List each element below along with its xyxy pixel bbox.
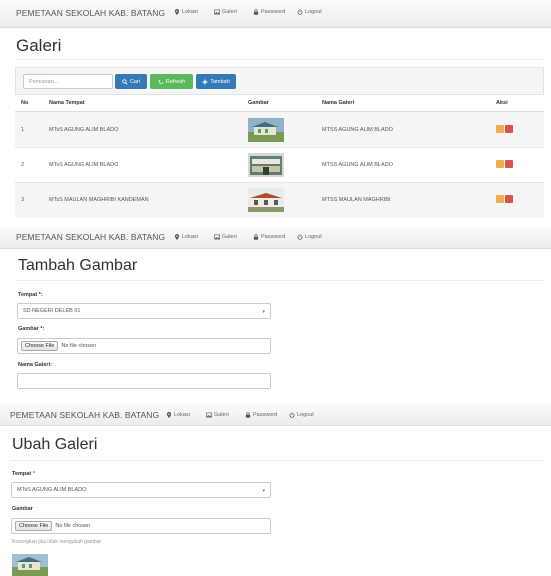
row-number: 2 <box>15 147 43 183</box>
gambar-label: Gambar *: <box>18 326 45 332</box>
row-nama-galeri: MTSS MAULAN MAGHRIBI <box>316 182 490 218</box>
navbar: PEMETAAN SEKOLAH KAB. BATANG Lokasi Gale… <box>0 226 551 249</box>
divider <box>15 59 544 60</box>
building-thumbnail[interactable] <box>248 153 284 177</box>
tambah-gambar-panel: PEMETAAN SEKOLAH KAB. BATANG Lokasi Gale… <box>0 226 551 394</box>
delete-icon[interactable] <box>505 195 513 204</box>
page-title: Galeri <box>16 36 62 55</box>
nama-galeri-label: Nama Galeri: <box>18 362 52 368</box>
building-thumbnail[interactable] <box>248 188 284 213</box>
nav-password[interactable]: Password <box>253 9 285 15</box>
row-nama-tempat: MTsS AGUNG ALIM BLADO <box>43 147 242 183</box>
edit-icon[interactable] <box>496 195 504 204</box>
brand-link[interactable]: PEMETAAN SEKOLAH KAB. BATANG <box>16 232 165 242</box>
search-icon <box>122 78 128 85</box>
current-image-preview <box>12 554 48 576</box>
cari-button[interactable]: Cari <box>115 74 147 89</box>
divider <box>10 460 544 461</box>
map-marker-icon <box>174 9 180 15</box>
building-thumbnail[interactable] <box>248 117 284 142</box>
row-number: 1 <box>15 111 43 148</box>
plus-icon <box>202 79 208 84</box>
row-nama-tempat: MTsS MAULAN MAGHRIBI KANDEMAN <box>43 182 242 218</box>
nav-galeri[interactable]: Galeri <box>214 9 237 15</box>
tambah-button[interactable]: Tambah <box>196 74 236 89</box>
lock-icon <box>253 9 259 15</box>
column-header: No <box>15 95 43 112</box>
lock-icon <box>245 412 251 418</box>
nav-lokasi[interactable]: Lokasi <box>166 412 190 418</box>
choose-file-button[interactable]: Choose File <box>15 521 53 531</box>
nav-logout[interactable]: Logout <box>289 412 314 418</box>
image-icon <box>214 9 220 15</box>
table-header: No Nama Tempat Gambar Nama Galeri Aksi <box>15 95 544 112</box>
row-nama-galeri: MTSS AGUNG ALIM BLADO <box>316 111 490 148</box>
row-number: 3 <box>15 182 43 218</box>
table-row: 1 MTsS AGUNG ALIM BLADO MTSS AGUNG ALIM … <box>15 111 544 148</box>
galeri-table: No Nama Tempat Gambar Nama Galeri Aksi 1… <box>15 95 544 218</box>
power-icon <box>297 234 303 240</box>
ubah-galeri-panel: PEMETAAN SEKOLAH KAB. BATANG Lokasi Gale… <box>0 404 551 576</box>
column-header: Aksi <box>490 95 544 112</box>
nav-galeri[interactable]: Galeri <box>206 412 229 418</box>
brand-link[interactable]: PEMETAAN SEKOLAH KAB. BATANG <box>10 410 159 420</box>
page-title: Ubah Galeri <box>12 436 98 453</box>
image-icon <box>214 234 220 240</box>
navbar: PEMETAAN SEKOLAH KAB. BATANG Lokasi Gale… <box>0 0 551 28</box>
row-nama-tempat: MTsS AGUNG ALIM BLADO <box>43 111 242 148</box>
refresh-icon <box>158 79 164 84</box>
table-row: 3 MTsS MAULAN MAGHRIBI KANDEMAN MTSS MAU… <box>15 182 544 218</box>
column-header: Nama Galeri <box>316 95 490 112</box>
gambar-label: Gambar <box>12 506 33 512</box>
row-aksi <box>490 182 544 218</box>
nav-lokasi[interactable]: Lokasi <box>174 234 198 240</box>
column-header: Gambar <box>242 95 316 112</box>
row-aksi <box>490 147 544 183</box>
nav-logout[interactable]: Logout <box>297 9 322 15</box>
image-icon <box>206 412 212 418</box>
map-marker-icon <box>166 412 172 418</box>
nav-logout[interactable]: Logout <box>297 234 322 240</box>
table-row: 2 MTsS AGUNG ALIM BLADO MTSS AGUNG ALIM … <box>15 147 544 183</box>
row-nama-galeri: MTSS AGUNG ALIM BLADO <box>316 147 490 183</box>
row-gambar <box>242 111 316 148</box>
chevron-down-icon: ▾ <box>262 309 265 315</box>
lock-icon <box>253 234 259 240</box>
tempat-select[interactable]: SD NEGERI DELEB 01 ▾ <box>17 303 271 319</box>
nama-galeri-input[interactable] <box>17 373 271 389</box>
required-mark: * <box>32 471 35 477</box>
tempat-label: Tempat * <box>12 471 35 477</box>
search-input[interactable]: Pencarian... <box>23 74 113 89</box>
gambar-hint: Kosongkan jika tidak mengubah gambar <box>12 539 102 545</box>
refresh-button[interactable]: Refresh <box>150 74 193 89</box>
gambar-file-input[interactable]: Choose File No file chosen <box>11 518 271 534</box>
column-header: Nama Tempat <box>43 95 242 112</box>
nav-password[interactable]: Password <box>253 234 285 240</box>
tempat-label: Tempat *: <box>18 292 43 298</box>
nav-lokasi[interactable]: Lokasi <box>174 9 198 15</box>
nav-password[interactable]: Password <box>245 412 277 418</box>
file-status: No file chosen <box>55 523 91 529</box>
edit-icon[interactable] <box>496 160 504 168</box>
nav-galeri[interactable]: Galeri <box>214 234 237 240</box>
file-status: No file chosen <box>61 343 97 349</box>
brand-link[interactable]: PEMETAAN SEKOLAH KAB. BATANG <box>16 8 165 18</box>
row-aksi <box>490 111 544 148</box>
row-gambar <box>242 182 316 218</box>
galeri-list-panel: PEMETAAN SEKOLAH KAB. BATANG Lokasi Gale… <box>0 0 551 225</box>
delete-icon[interactable] <box>505 160 513 168</box>
delete-icon[interactable] <box>505 124 513 133</box>
edit-icon[interactable] <box>496 124 504 133</box>
power-icon <box>297 9 303 15</box>
power-icon <box>289 412 295 418</box>
page-title: Tambah Gambar <box>18 257 138 274</box>
navbar: PEMETAAN SEKOLAH KAB. BATANG Lokasi Gale… <box>0 404 551 426</box>
tempat-select[interactable]: MTsS AGUNG ALIM BLADO ▾ <box>11 482 271 498</box>
choose-file-button[interactable]: Choose File <box>21 341 59 351</box>
map-marker-icon <box>174 234 180 240</box>
gambar-file-input[interactable]: Choose File No file chosen <box>17 338 271 354</box>
row-gambar <box>242 147 316 183</box>
chevron-down-icon: ▾ <box>262 488 265 494</box>
divider <box>15 280 544 281</box>
